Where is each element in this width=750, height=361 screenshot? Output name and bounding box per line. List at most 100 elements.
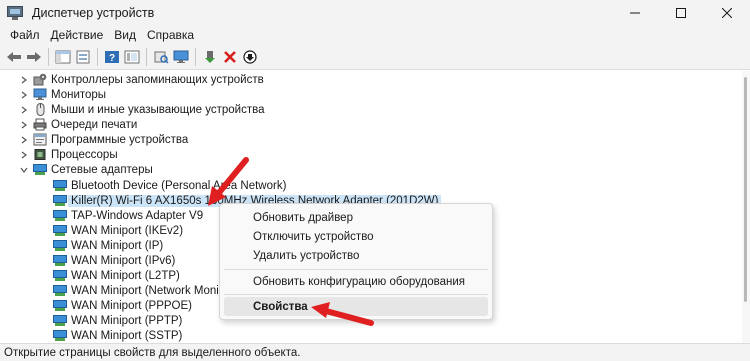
expand-chevron-icon[interactable]	[18, 132, 30, 147]
tree-category[interactable]: Контроллеры запоминающих устройств	[18, 72, 264, 87]
disable-button[interactable]	[240, 47, 259, 66]
monitor-icon	[33, 88, 47, 101]
network-adapter-icon	[53, 269, 67, 282]
network-adapter-icon	[53, 209, 67, 222]
device-manager-icon	[7, 6, 23, 20]
context-menu: Обновить драйвер Отключить устройство Уд…	[219, 203, 493, 320]
context-menu-item-label: Обновить драйвер	[253, 211, 353, 224]
context-menu-item-label: Удалить устройство	[253, 249, 360, 262]
tree-device-label: Bluetooth Device (Personal Area Network)	[71, 179, 287, 192]
toolbar-separator	[146, 47, 147, 66]
context-menu-scan-hardware[interactable]: Обновить конфигурацию оборудования	[224, 272, 488, 291]
tree-category[interactable]: Программные устройства	[18, 132, 188, 147]
tree-device-item[interactable]: WAN Miniport (Network Monitor)	[53, 283, 236, 298]
update-driver-button[interactable]	[200, 47, 219, 66]
window-controls	[612, 0, 750, 26]
close-icon	[722, 8, 732, 18]
forward-icon	[26, 51, 41, 62]
network-adapter-icon	[53, 299, 67, 312]
tree-category-label: Мониторы	[51, 88, 107, 101]
tree-device-label: WAN Miniport (L2TP)	[71, 269, 180, 282]
menu-bar: Файл Действие Вид Справка	[0, 26, 750, 44]
toolbar-separator	[97, 47, 98, 66]
tree-device-label: WAN Miniport (SSTP)	[71, 329, 183, 342]
context-menu-disable-device[interactable]: Отключить устройство	[224, 227, 488, 246]
forward-button[interactable]	[24, 47, 43, 66]
back-icon	[6, 51, 21, 62]
printer-icon	[33, 118, 47, 131]
show-hidden-button[interactable]	[73, 47, 92, 66]
close-button[interactable]	[704, 0, 750, 26]
uninstall-icon	[223, 50, 236, 63]
status-bar: Открытие страницы свойств для выделенног…	[0, 343, 750, 361]
expand-chevron-icon[interactable]	[18, 72, 30, 87]
svg-text:?: ?	[108, 53, 114, 64]
tree-category[interactable]: Очереди печати	[18, 117, 137, 132]
tree-category[interactable]: Мыши и иные указывающие устройства	[18, 102, 265, 117]
scan-hardware-icon	[154, 51, 169, 64]
details-icon	[124, 50, 139, 63]
network-adapter-icon	[53, 239, 67, 252]
tree-device-item[interactable]: WAN Miniport (PPTP)	[53, 313, 182, 328]
network-adapter-icon	[33, 163, 47, 176]
context-menu-separator	[224, 269, 488, 270]
expand-chevron-icon[interactable]	[18, 102, 30, 117]
expand-chevron-icon[interactable]	[18, 117, 30, 132]
maximize-button[interactable]	[658, 0, 704, 26]
tree-device-item[interactable]: WAN Miniport (SSTP)	[53, 328, 182, 343]
tree-category-label: Очереди печати	[51, 118, 138, 131]
tree-category[interactable]: Мониторы	[18, 87, 106, 102]
tree-category-label: Сетевые адаптеры	[51, 163, 153, 176]
tree-device-item[interactable]: TAP-Windows Adapter V9	[53, 208, 203, 223]
uninstall-button[interactable]	[220, 47, 239, 66]
tree-device-item[interactable]: Bluetooth Device (Personal Area Network)	[53, 178, 286, 193]
tree-category[interactable]: Сетевые адаптеры	[18, 162, 153, 177]
tree-device-item[interactable]: WAN Miniport (L2TP)	[53, 268, 180, 283]
tree-category-label: Программные устройства	[51, 133, 189, 146]
network-adapter-icon	[53, 179, 67, 192]
menu-action[interactable]: Действие	[47, 28, 111, 42]
context-menu-update-driver[interactable]: Обновить драйвер	[224, 208, 488, 227]
menu-help[interactable]: Справка	[143, 28, 201, 42]
mouse-icon	[33, 103, 47, 116]
toolbar-separator	[195, 47, 196, 66]
context-menu-item-label: Свойства	[253, 300, 308, 313]
tree-device-item[interactable]: WAN Miniport (PPPOE)	[53, 298, 192, 313]
tree-device-label: WAN Miniport (IPv6)	[71, 254, 176, 267]
tree-device-label: WAN Miniport (IKEv2)	[71, 224, 184, 237]
console-tree-button[interactable]	[53, 47, 72, 66]
menu-file[interactable]: Файл	[6, 28, 47, 42]
tree-device-label: TAP-Windows Adapter V9	[71, 209, 204, 222]
scrollbar-thumb[interactable]	[744, 77, 747, 302]
collapse-chevron-icon[interactable]	[18, 162, 30, 177]
storage-controller-icon	[33, 73, 47, 86]
tree-category[interactable]: Процессоры	[18, 147, 118, 162]
expand-chevron-icon[interactable]	[18, 87, 30, 102]
expand-chevron-icon[interactable]	[18, 147, 30, 162]
tree-device-item[interactable]: WAN Miniport (IKEv2)	[53, 223, 183, 238]
vertical-scrollbar[interactable]	[742, 71, 750, 343]
tree-device-label: WAN Miniport (PPTP)	[71, 314, 183, 327]
back-button[interactable]	[4, 47, 23, 66]
tree-device-label: WAN Miniport (Network Monitor)	[71, 284, 237, 297]
details-button[interactable]	[122, 47, 141, 66]
context-menu-item-label: Отключить устройство	[253, 230, 374, 243]
context-menu-uninstall-device[interactable]: Удалить устройство	[224, 246, 488, 265]
minimize-button[interactable]	[612, 0, 658, 26]
context-menu-item-label: Обновить конфигурацию оборудования	[253, 275, 465, 288]
tree-category-label: Контроллеры запоминающих устройств	[51, 73, 264, 86]
tree-category-label: Процессоры	[51, 148, 118, 161]
context-menu-properties[interactable]: Свойства	[224, 297, 488, 316]
help-icon: ?	[104, 50, 119, 64]
scan-hardware-button[interactable]	[151, 47, 170, 66]
menu-view[interactable]: Вид	[110, 28, 143, 42]
help-button[interactable]: ?	[102, 47, 121, 66]
update-driver-icon	[204, 50, 215, 63]
tree-device-label: WAN Miniport (PPPOE)	[71, 299, 192, 312]
tree-device-item[interactable]: WAN Miniport (IP)	[53, 238, 163, 253]
monitor-button[interactable]	[171, 47, 190, 66]
network-adapter-icon	[53, 314, 67, 327]
disable-icon	[242, 49, 257, 64]
properties-pane-icon	[55, 50, 70, 63]
tree-device-item[interactable]: WAN Miniport (IPv6)	[53, 253, 175, 268]
